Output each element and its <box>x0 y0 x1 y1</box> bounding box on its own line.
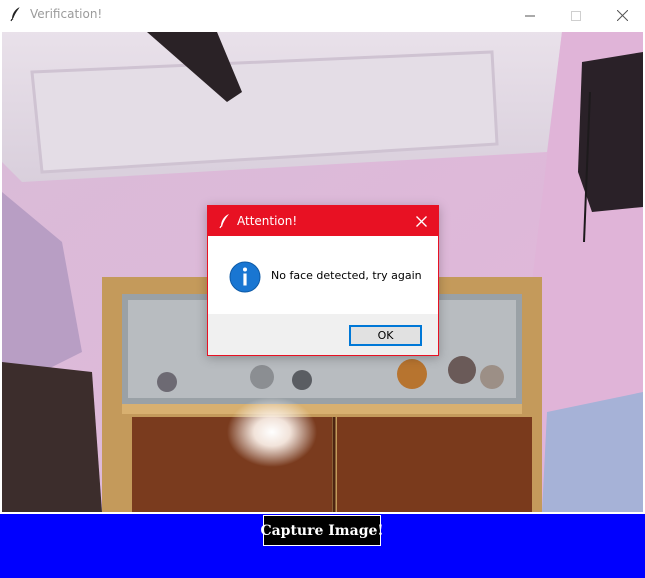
close-button[interactable] <box>599 0 645 30</box>
maximize-button[interactable] <box>553 0 599 30</box>
dialog-footer: OK <box>208 314 438 355</box>
dialog-message: No face detected, try again <box>271 269 422 282</box>
maximize-icon <box>571 6 581 25</box>
close-icon <box>616 6 628 25</box>
title-bar[interactable]: Verification! <box>0 0 645 30</box>
ok-button[interactable]: OK <box>349 325 422 346</box>
info-icon <box>229 261 261 293</box>
minimize-icon <box>525 6 535 25</box>
dialog-title-bar[interactable]: Attention! <box>208 206 438 236</box>
dialog-title: Attention! <box>237 214 298 228</box>
dialog-body: No face detected, try again <box>208 236 438 314</box>
capture-image-button[interactable]: Capture Image! <box>260 515 384 546</box>
minimize-button[interactable] <box>507 0 553 30</box>
main-window: Verification! Capture Image! Attention! … <box>0 0 645 578</box>
attention-dialog: Attention! No face detected, try again O… <box>207 205 439 356</box>
feather-icon <box>218 213 232 229</box>
window-title: Verification! <box>30 7 103 21</box>
close-icon <box>415 212 427 231</box>
feather-icon <box>8 6 24 22</box>
dialog-close-button[interactable] <box>412 212 430 230</box>
